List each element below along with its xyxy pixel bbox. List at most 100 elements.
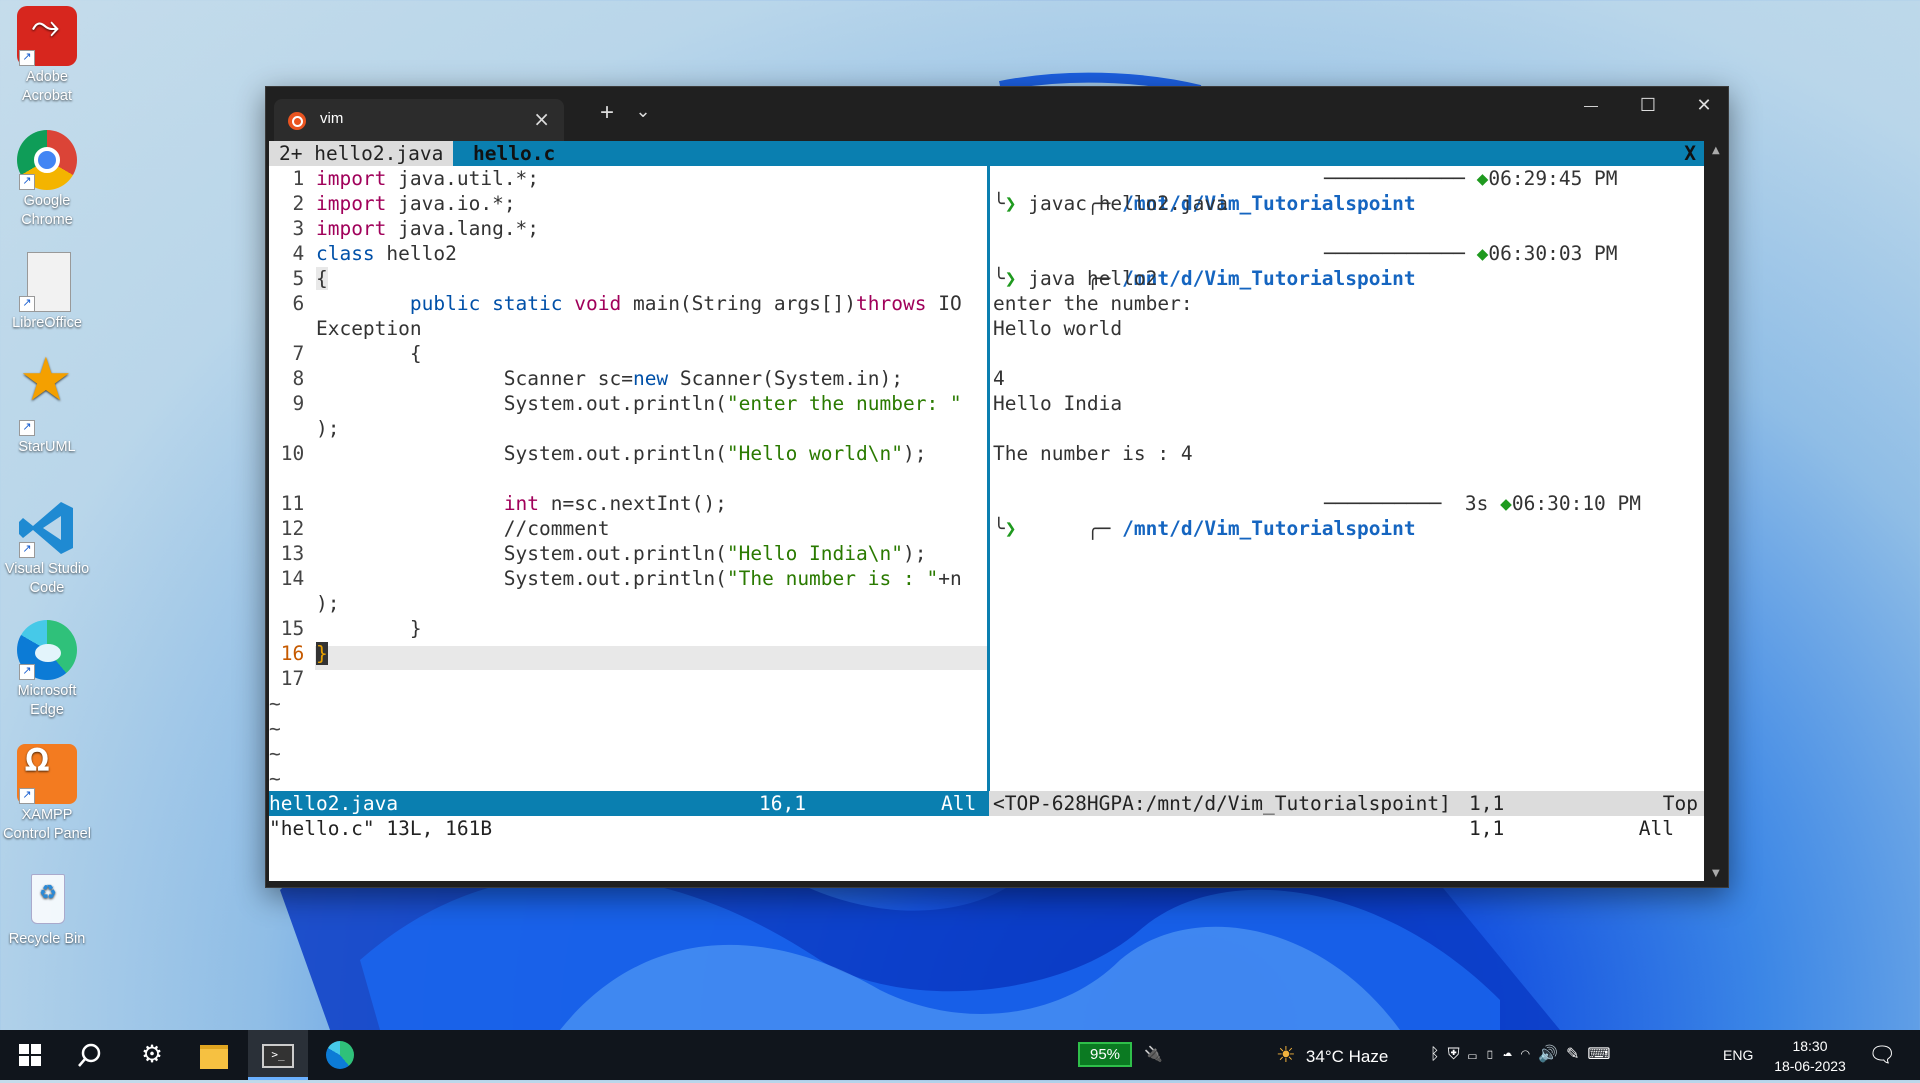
desktop-icon-vscode[interactable]: ↗ Visual Studio Code — [0, 498, 94, 598]
desktop-icon-staruml[interactable]: ★ ↗ StarUML — [0, 350, 94, 457]
prompt-cmd-3: ╰❯ — [993, 517, 1017, 540]
code-line: 7 { — [269, 342, 422, 365]
notifications-button[interactable]: 🗨 — [1868, 1030, 1896, 1080]
code-line: 1 import java.util.*; — [269, 167, 540, 190]
output-line: enter the number: — [993, 292, 1193, 315]
vim-terminal[interactable]: 2+ hello2.java hello.c X 1 import java.u… — [269, 141, 1704, 881]
code-line: 11 int n=sc.nextInt(); — [269, 492, 727, 515]
file-explorer-button[interactable] — [194, 1040, 234, 1070]
windows-icon — [19, 1044, 41, 1066]
start-button[interactable] — [10, 1040, 50, 1070]
tab-close-icon[interactable]: × — [533, 107, 550, 131]
language-indicator[interactable]: ENG — [1723, 1030, 1753, 1080]
desktop-icon-libreoffice[interactable]: ↗ LibreOffice — [0, 252, 94, 333]
battery-indicator[interactable]: 95% 🔌 — [1078, 1030, 1163, 1080]
code-line: ); — [315, 417, 340, 440]
new-tab-button[interactable]: + — [592, 99, 622, 127]
terminal-icon: >_ — [262, 1044, 294, 1068]
shortcut-arrow-icon: ↗ — [19, 664, 35, 680]
prompt-rule: ──────────── ◆06:29:45 PM — [1324, 167, 1618, 190]
shortcut-arrow-icon: ↗ — [19, 542, 35, 558]
code-line: 3 import java.lang.*; — [269, 217, 540, 240]
tab-dropdown-button[interactable]: ⌄ — [628, 101, 658, 122]
scroll-down-icon[interactable]: ▼ — [1712, 868, 1720, 879]
desktop-icon-label: Adobe Acrobat — [22, 69, 72, 104]
shortcut-arrow-icon: ↗ — [19, 296, 35, 312]
title-bar[interactable]: vim × + ⌄ — ☐ ✕ — [266, 87, 1728, 141]
clock-time: 18:30 — [1792, 1038, 1828, 1054]
clock[interactable]: 18:30 18-06-2023 — [1770, 1036, 1850, 1076]
terminal-window: vim × + ⌄ — ☐ ✕ 2+ hello2.java hello.c X… — [265, 86, 1729, 888]
code-line: 12 //comment — [269, 517, 610, 540]
notification-icon: 🗨 — [1868, 1042, 1896, 1067]
status-scroll: All — [941, 792, 977, 815]
maximize-button[interactable]: ☐ — [1628, 95, 1668, 116]
search-button[interactable] — [70, 1040, 110, 1070]
vim-tab-hello-c[interactable]: hello.c — [463, 141, 566, 166]
edge-icon — [326, 1041, 354, 1069]
vim-cmdline[interactable]: "hello.c" 13L, 161B 1,1 All — [269, 816, 1704, 841]
tab-vim[interactable]: vim × — [274, 99, 564, 141]
staruml-icon: ★ ↗ — [17, 350, 77, 436]
desktop-icon-microsoft-edge[interactable]: ↗ Microsoft Edge — [0, 620, 94, 720]
device-icon: ▯ — [1485, 1046, 1503, 1063]
edge-icon: ↗ — [17, 620, 77, 680]
shortcut-arrow-icon: ↗ — [19, 174, 35, 190]
cmdline-message: "hello.c" 13L, 161B — [269, 817, 493, 840]
status-scroll: Top — [1662, 792, 1698, 815]
vscode-icon: ↗ — [17, 498, 77, 558]
edge-taskbar-button[interactable] — [320, 1040, 360, 1070]
prompt-cmd-1: ╰❯ javac hello2.java — [993, 192, 1228, 215]
security-icon: ⛨ — [1447, 1046, 1468, 1063]
code-line: ); — [315, 592, 340, 615]
minimize-button[interactable]: — — [1571, 97, 1611, 113]
pen-icon: ✎ — [1565, 1046, 1588, 1063]
recycle-bin-icon: ♻ — [17, 868, 77, 928]
weather-widget[interactable]: ☀ 34°C Haze — [1276, 1030, 1388, 1080]
settings-button[interactable]: ⚙ — [132, 1040, 172, 1070]
vim-statusline-right: <TOP-628HGPA:/mnt/d/Vim_Tutorialspoint] … — [989, 791, 1704, 816]
status-filename: hello2.java — [269, 792, 399, 815]
search-icon — [78, 1043, 101, 1067]
ubuntu-icon — [288, 112, 306, 130]
desktop-icon-label: Visual Studio Code — [4, 561, 90, 596]
desktop-icon-google-chrome[interactable]: ↗ Google Chrome — [0, 130, 94, 230]
gear-icon: ⚙ — [141, 1041, 163, 1068]
desktop-icon-label: Microsoft Edge — [17, 683, 77, 718]
chrome-icon: ↗ — [17, 130, 77, 190]
folder-icon — [200, 1045, 228, 1069]
keyboard-icon: ⌨ — [1587, 1046, 1619, 1063]
vim-tab-close[interactable]: X — [1684, 141, 1696, 166]
desktop-icon-adobe-acrobat[interactable]: ⤳ ↗ Adobe Acrobat — [0, 6, 94, 106]
clock-date: 18-06-2023 — [1774, 1058, 1846, 1074]
output-line: Hello India — [993, 392, 1123, 415]
output-line: Hello world — [993, 317, 1123, 340]
desktop-icon-xampp[interactable]: ꭥ ↗ XAMPP Control Panel — [0, 737, 94, 844]
terminal-taskbar-button[interactable]: >_ — [248, 1030, 308, 1080]
status-position: 16,1 — [759, 792, 806, 815]
scroll-up-icon[interactable]: ▲ — [1712, 145, 1720, 156]
desktop-icon-recycle-bin[interactable]: ♻ Recycle Bin — [0, 868, 94, 949]
desktop-icon-label: StarUML — [18, 439, 76, 455]
plug-icon: 🔌 — [1144, 1046, 1163, 1063]
system-tray-icons[interactable]: ᛒ⛨▭▯☁◠🔊✎⌨ — [1430, 1030, 1618, 1080]
code-line: 4 class hello2 — [269, 242, 457, 265]
prompt-rule: ────────── 3s ◆06:30:10 PM — [1324, 492, 1642, 515]
bluetooth-icon: ᛒ — [1430, 1046, 1448, 1063]
onedrive-icon: ☁ — [1502, 1046, 1521, 1063]
shortcut-arrow-icon: ↗ — [19, 50, 35, 66]
shortcut-arrow-icon: ↗ — [19, 420, 35, 436]
wifi-icon: ◠ — [1520, 1046, 1539, 1063]
code-line: 15 } — [269, 617, 422, 640]
scrollbar[interactable]: ▲ ▼ — [1706, 141, 1728, 883]
output-line: 4 — [993, 367, 1005, 390]
code-line: 5 { — [269, 267, 328, 290]
close-button[interactable]: ✕ — [1684, 95, 1724, 116]
text-cursor: } — [315, 642, 328, 665]
cmdline-position: 1,1 — [1469, 817, 1505, 840]
desktop-icon-label: XAMPP Control Panel — [3, 807, 91, 842]
tab-title: vim — [320, 110, 344, 127]
battery-percent: 95% — [1078, 1042, 1133, 1067]
vim-tab-hello2[interactable]: 2+ hello2.java — [269, 141, 454, 166]
vim-tabline: 2+ hello2.java hello.c X — [269, 141, 1704, 166]
